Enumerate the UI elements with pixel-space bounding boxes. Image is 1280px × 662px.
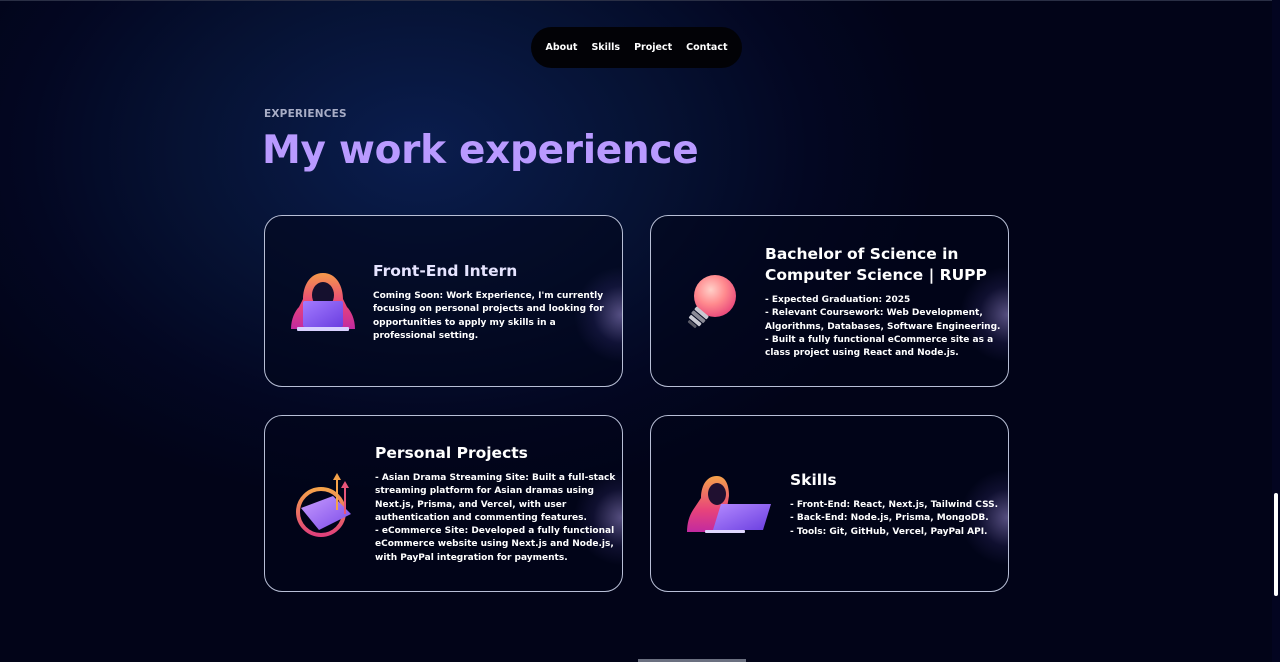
card-heading: Front-End Intern <box>373 262 518 280</box>
card-heading: Bachelor of Science in Computer Science |… <box>765 245 987 284</box>
experience-card-education: Bachelor of Science in Computer Science |… <box>650 215 1009 387</box>
section-title: My work experience <box>262 128 699 173</box>
card-heading: Personal Projects <box>375 444 528 462</box>
nav-skills-link[interactable]: Skills <box>584 42 627 53</box>
experience-card-intern: Front-End Intern Coming Soon: Work Exper… <box>264 215 623 387</box>
section-eyebrow: EXPERIENCES <box>264 108 347 120</box>
nav-contact-link[interactable]: Contact <box>679 42 734 53</box>
card-body: - Expected Graduation: 2025- Relevant Co… <box>765 295 1001 359</box>
card-body: Coming Soon: Work Experience, I'm curren… <box>373 291 604 341</box>
lightbulb-icon <box>683 272 745 330</box>
nav-project-link[interactable]: Project <box>627 42 679 53</box>
card-heading: Skills <box>790 471 837 489</box>
scrollbar-thumb[interactable] <box>1274 493 1278 596</box>
card-body: - Asian Drama Streaming Site: Built a fu… <box>375 473 616 563</box>
experience-card-skills: Skills - Front-End: React, Next.js, Tail… <box>650 415 1009 592</box>
experience-card-projects: Personal Projects - Asian Drama Streamin… <box>264 415 623 592</box>
card-body: - Front-End: React, Next.js, Tailwind CS… <box>790 500 999 537</box>
developer-laptop-icon <box>687 474 773 536</box>
growth-chart-icon <box>293 470 355 538</box>
top-border <box>0 0 1280 1</box>
hacker-laptop-icon <box>289 271 357 335</box>
nav-bar: About Skills Project Contact <box>531 27 742 68</box>
nav-about-link[interactable]: About <box>538 42 584 53</box>
